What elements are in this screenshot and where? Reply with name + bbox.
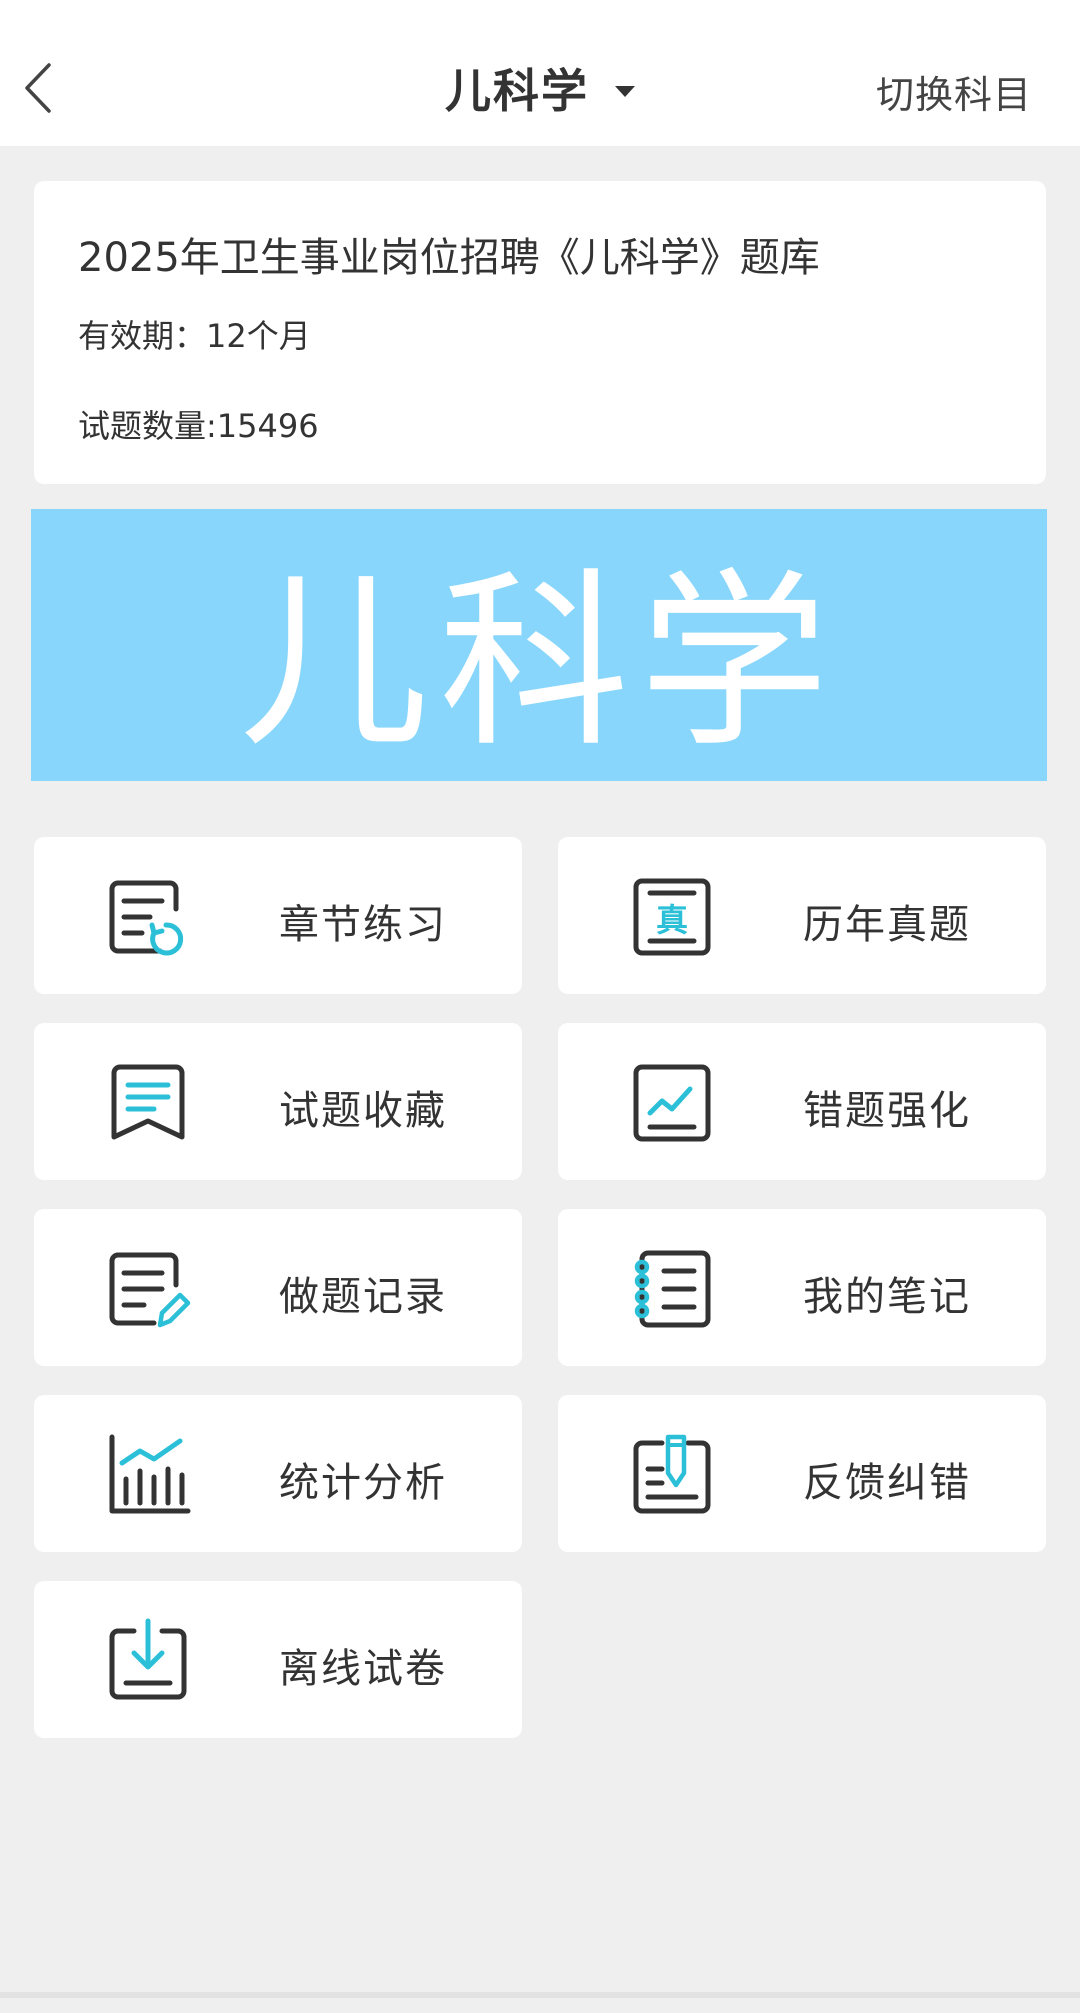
favorites-icon — [111, 1064, 185, 1140]
question-count-text: 试题数量:15496 — [78, 407, 319, 445]
subject-banner: 儿科学 — [31, 509, 1047, 781]
page-title: 儿科学 — [445, 64, 589, 118]
offline-papers-icon — [109, 1618, 187, 1700]
statistics-icon — [109, 1434, 191, 1514]
practice-record-icon — [109, 1252, 191, 1328]
chapter-practice-icon — [109, 880, 184, 956]
chevron-left-icon — [25, 63, 51, 113]
menu-offline-papers[interactable]: 离线试卷 — [34, 1581, 522, 1738]
menu-label: 统计分析 — [279, 1460, 447, 1506]
menu-label: 试题收藏 — [279, 1088, 447, 1134]
validity-text: 有效期：12个月 — [78, 317, 311, 355]
switch-subject-button[interactable]: 切换科目 — [876, 64, 1032, 119]
menu-notes[interactable]: 我的笔记 — [558, 1209, 1046, 1366]
menu-feedback[interactable]: 反馈纠错 — [558, 1395, 1046, 1552]
menu-wrong-questions[interactable]: 错题强化 — [558, 1023, 1046, 1180]
subject-dropdown[interactable]: 儿科学 — [445, 55, 635, 121]
banner-text: 儿科学 — [238, 551, 839, 773]
menu-past-exams[interactable]: 真 历年真题 — [558, 837, 1046, 994]
menu-label: 错题强化 — [803, 1088, 971, 1134]
menu-label: 反馈纠错 — [803, 1460, 971, 1506]
menu-chapter-practice[interactable]: 章节练习 — [34, 837, 522, 994]
feedback-icon — [633, 1434, 711, 1514]
top-nav-bar: 儿科学 切换科目 — [0, 0, 1080, 146]
menu-favorites[interactable]: 试题收藏 — [34, 1023, 522, 1180]
menu-practice-record[interactable]: 做题记录 — [34, 1209, 522, 1366]
menu-label: 我的笔记 — [803, 1274, 971, 1320]
caret-down-icon — [615, 85, 635, 97]
menu-label: 章节练习 — [279, 902, 447, 948]
menu-label: 做题记录 — [279, 1274, 447, 1320]
menu-label: 离线试卷 — [279, 1646, 447, 1692]
back-button[interactable] — [18, 58, 58, 118]
svg-text:真: 真 — [656, 901, 688, 939]
notes-icon — [634, 1250, 711, 1328]
menu-label: 历年真题 — [803, 902, 971, 948]
bottom-divider — [0, 1992, 1080, 1998]
wrong-questions-icon — [633, 1064, 711, 1142]
past-exams-icon: 真 — [633, 878, 711, 956]
question-bank-info-card: 2025年卫生事业岗位招聘《儿科学》题库 有效期：12个月 试题数量:15496 — [34, 181, 1046, 484]
bank-title: 2025年卫生事业岗位招聘《儿科学》题库 — [78, 235, 820, 281]
menu-statistics[interactable]: 统计分析 — [34, 1395, 522, 1552]
